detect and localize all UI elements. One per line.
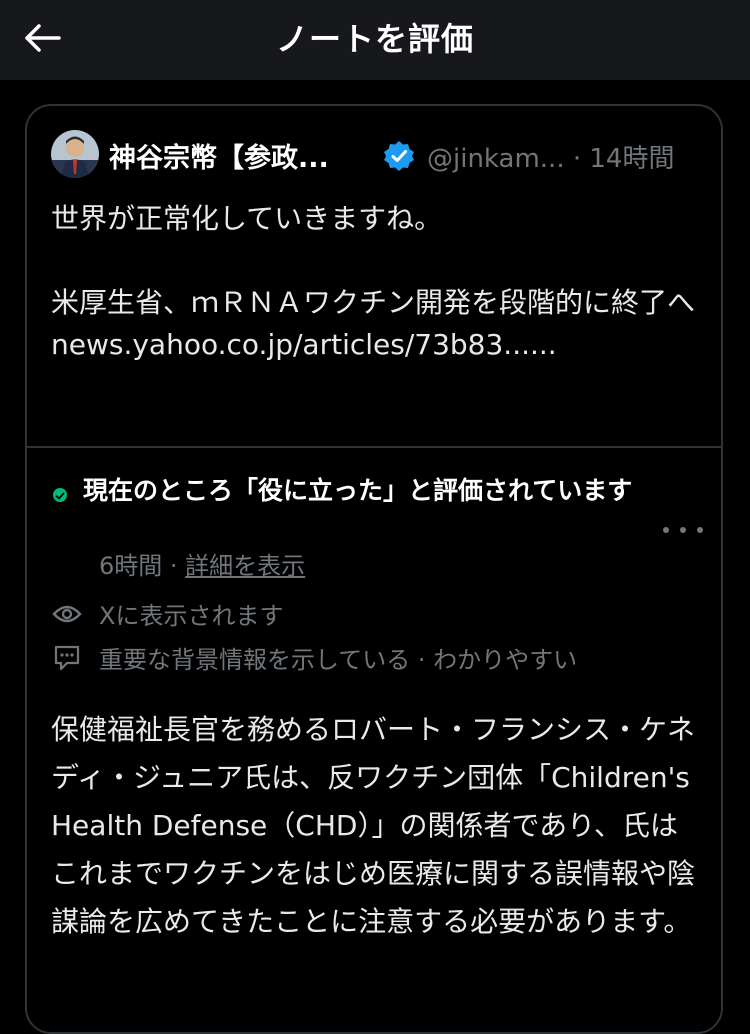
post-text-line: 米厚生省、ｍＲＮＡワクチン開発を段階的に終了へ [51, 286, 696, 319]
more-dot-icon [663, 527, 669, 533]
post-text: 世界が正常化していきますね。 米厚生省、ｍＲＮＡワクチン開発を段階的に終了へ n… [51, 198, 701, 366]
quoted-post[interactable]: 神谷宗幣【参政... @jinkam... · 14時間 世界が正常化していきま… [27, 106, 721, 448]
eye-icon [51, 600, 83, 628]
visibility-text: Xに表示されます [99, 602, 284, 630]
comment-icon [51, 644, 83, 672]
author-handle-and-time: @jinkam... · 14時間 [427, 144, 675, 174]
note-body: 保健福祉長官を務めるロバート・フランシス・ケネディ・ジュニア氏は、反ワクチン団体… [51, 713, 696, 938]
divider [27, 446, 721, 448]
page-title: ノートを評価 [275, 20, 474, 58]
post-link[interactable]: news.yahoo.co.jp/articles/73b83...... [51, 324, 701, 366]
author-name[interactable]: 神谷宗幣【参政... [109, 136, 329, 175]
more-dot-icon [697, 527, 703, 533]
note-time: 6時間 [99, 552, 163, 580]
separator: · [162, 552, 186, 580]
details-link[interactable]: 詳細を表示 [185, 552, 305, 580]
note-status: 現在のところ「役に立った」と評価されています [83, 476, 633, 505]
verified-badge-icon [384, 141, 414, 171]
note-time-line: 6時間 · 詳細を表示 [99, 546, 305, 581]
post-text-line: 世界が正常化していきますね。 [51, 202, 443, 235]
more-options-button[interactable] [663, 518, 703, 542]
note-card: 神谷宗幣【参政... @jinkam... · 14時間 世界が正常化していきま… [25, 104, 723, 1034]
more-dot-icon [680, 527, 686, 533]
top-bar: ノートを評価 [0, 0, 750, 80]
status-check-icon [53, 488, 67, 502]
reasons-text: 重要な背景情報を示している · わかりやすい [99, 646, 578, 674]
visibility-row: Xに表示されます [51, 596, 283, 631]
avatar[interactable] [51, 130, 99, 178]
reasons-row: 重要な背景情報を示している · わかりやすい [51, 640, 577, 675]
